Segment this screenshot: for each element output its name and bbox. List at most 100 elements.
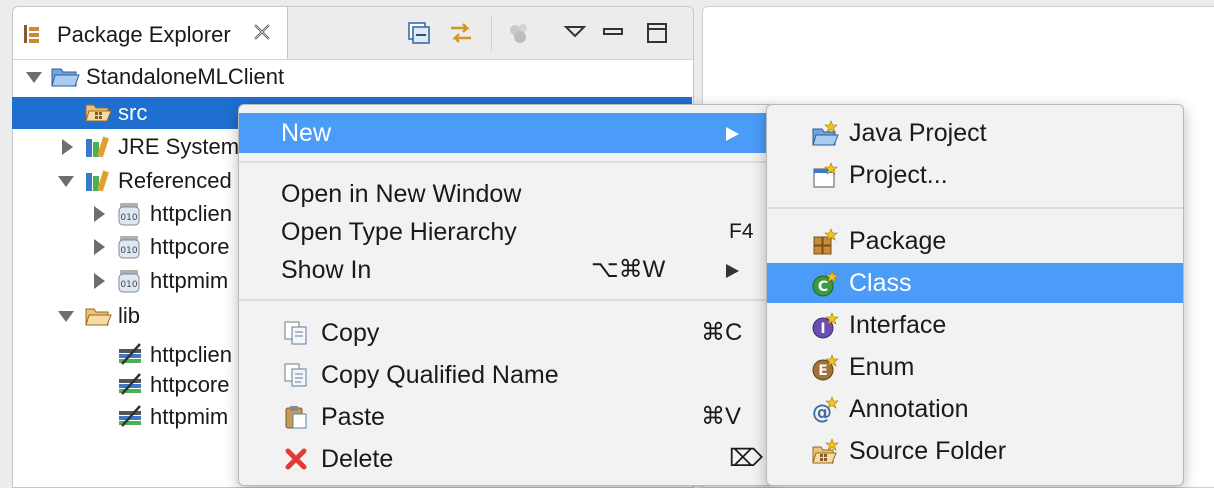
library-icon xyxy=(86,170,109,192)
menu-item-label: Show In xyxy=(281,256,372,284)
menu-item-open-new-window[interactable]: Open in New Window xyxy=(239,175,773,213)
tree-label: src xyxy=(118,100,148,125)
tab-package-explorer[interactable]: Package Explorer xyxy=(13,7,288,59)
jar-file-icon xyxy=(119,373,141,395)
chevron-down-icon[interactable] xyxy=(26,72,42,83)
menu-shortcut: F4 xyxy=(729,220,754,243)
menu-item-delete[interactable]: Delete ⌦ xyxy=(239,440,773,478)
menu-item-label: Open in New Window xyxy=(281,180,522,208)
chevron-right-icon[interactable] xyxy=(94,239,105,255)
menu-item-show-in[interactable]: Show In ⌥⌘W xyxy=(239,251,773,289)
jar-file-icon xyxy=(119,405,141,427)
chevron-right-icon[interactable] xyxy=(94,273,105,289)
menu-separator xyxy=(767,207,1183,209)
submenu-arrow-icon xyxy=(726,264,739,278)
project-folder-icon xyxy=(51,68,80,87)
tree-label: httpcore xyxy=(150,234,230,259)
svg-text:I: I xyxy=(820,321,825,337)
submenu-item-label: Annotation xyxy=(849,395,969,423)
submenu-item-annotation[interactable]: @ Annotation xyxy=(767,389,1183,429)
tree-label: JRE System xyxy=(118,134,240,159)
minimize-icon[interactable] xyxy=(599,19,627,47)
menu-item-copy[interactable]: Copy ⌘C xyxy=(239,314,773,352)
submenu-item-package[interactable]: Package xyxy=(767,221,1183,261)
menu-item-copy-qualified-name[interactable]: Copy Qualified Name xyxy=(239,356,773,394)
submenu-item-project[interactable]: Project... xyxy=(767,155,1183,195)
jar-icon: 010 xyxy=(118,236,140,259)
submenu-item-label: Class xyxy=(849,269,912,297)
interface-icon: I xyxy=(812,312,839,339)
menu-shortcut: ⌦ xyxy=(729,445,763,472)
enum-icon: E xyxy=(812,354,839,381)
maximize-icon[interactable] xyxy=(643,19,671,47)
project-icon xyxy=(813,162,838,188)
svg-text:010: 010 xyxy=(120,213,137,223)
chevron-down-icon[interactable] xyxy=(58,311,74,322)
close-icon[interactable] xyxy=(251,21,273,43)
class-icon: C xyxy=(812,270,839,297)
menu-separator xyxy=(239,161,773,163)
folder-icon xyxy=(85,308,112,326)
java-project-icon xyxy=(812,120,839,146)
source-folder-icon xyxy=(85,104,112,122)
submenu-item-label: Project... xyxy=(849,161,948,189)
menu-item-paste[interactable]: Paste ⌘V xyxy=(239,398,773,436)
collapse-all-icon[interactable] xyxy=(405,19,433,47)
jar-icon: 010 xyxy=(118,270,140,293)
svg-text:010: 010 xyxy=(120,246,137,256)
submenu-item-label: Enum xyxy=(849,353,915,381)
focus-icon xyxy=(510,24,527,43)
chevron-down-icon[interactable] xyxy=(58,176,74,187)
menu-item-label: Delete xyxy=(321,445,394,473)
tree-label: httpclien xyxy=(150,342,232,367)
menu-item-open-type-hierarchy[interactable]: Open Type Hierarchy F4 xyxy=(239,213,773,251)
menu-item-new[interactable]: New xyxy=(239,113,773,153)
link-with-editor-icon[interactable] xyxy=(447,19,475,47)
submenu-item-label: Package xyxy=(849,227,947,255)
library-icon xyxy=(86,136,109,158)
view-menu-icon[interactable] xyxy=(561,19,589,47)
tree-label: httpmim xyxy=(150,268,229,293)
copy-qualified-name-icon xyxy=(284,363,307,387)
svg-text:C: C xyxy=(818,279,828,295)
jar-file-icon xyxy=(119,343,141,365)
context-menu: New Open in New Window Open Type Hierarc… xyxy=(238,104,774,486)
package-icon xyxy=(813,228,838,255)
submenu-item-label: Java Project xyxy=(849,119,987,147)
tab-label: Package Explorer xyxy=(57,22,231,47)
submenu-item-enum[interactable]: E Enum xyxy=(767,347,1183,387)
menu-shortcut: ⌥⌘W xyxy=(591,256,666,283)
submenu-item-source-folder[interactable]: Source Folder xyxy=(767,431,1183,471)
menu-item-label: Paste xyxy=(321,403,385,431)
tree-label: lib xyxy=(118,303,141,328)
tree-label: Referenced xyxy=(118,168,232,193)
svg-text:010: 010 xyxy=(120,280,137,290)
tree-label: StandaloneMLClient xyxy=(86,64,285,89)
submenu-item-label: Interface xyxy=(849,311,947,339)
tree-label: httpclien xyxy=(150,201,232,226)
jar-icon: 010 xyxy=(118,203,140,226)
submenu-item-interface[interactable]: I Interface xyxy=(767,305,1183,345)
svg-text:E: E xyxy=(818,363,828,379)
toolbar-divider xyxy=(491,17,492,51)
chevron-right-icon[interactable] xyxy=(62,139,73,155)
tree-label: httpmim xyxy=(150,404,229,429)
delete-icon xyxy=(285,448,307,470)
annotation-icon: @ xyxy=(812,396,839,424)
new-submenu: Java Project Project... Package C Class … xyxy=(766,104,1184,486)
submenu-item-class[interactable]: C Class xyxy=(767,263,1183,303)
package-explorer-icon xyxy=(24,25,39,43)
source-folder-icon xyxy=(812,438,839,464)
copy-icon xyxy=(284,321,307,345)
paste-icon xyxy=(285,406,307,429)
submenu-item-label: Source Folder xyxy=(849,437,1007,465)
menu-item-label: Open Type Hierarchy xyxy=(281,218,517,246)
menu-shortcut: ⌘V xyxy=(701,403,742,430)
submenu-arrow-icon xyxy=(726,127,739,141)
menu-item-label: Copy Qualified Name xyxy=(321,361,559,389)
menu-item-label: Copy xyxy=(321,319,380,347)
menu-shortcut: ⌘C xyxy=(701,319,743,346)
submenu-item-java-project[interactable]: Java Project xyxy=(767,113,1183,153)
chevron-right-icon[interactable] xyxy=(94,206,105,222)
menu-separator xyxy=(239,299,773,301)
